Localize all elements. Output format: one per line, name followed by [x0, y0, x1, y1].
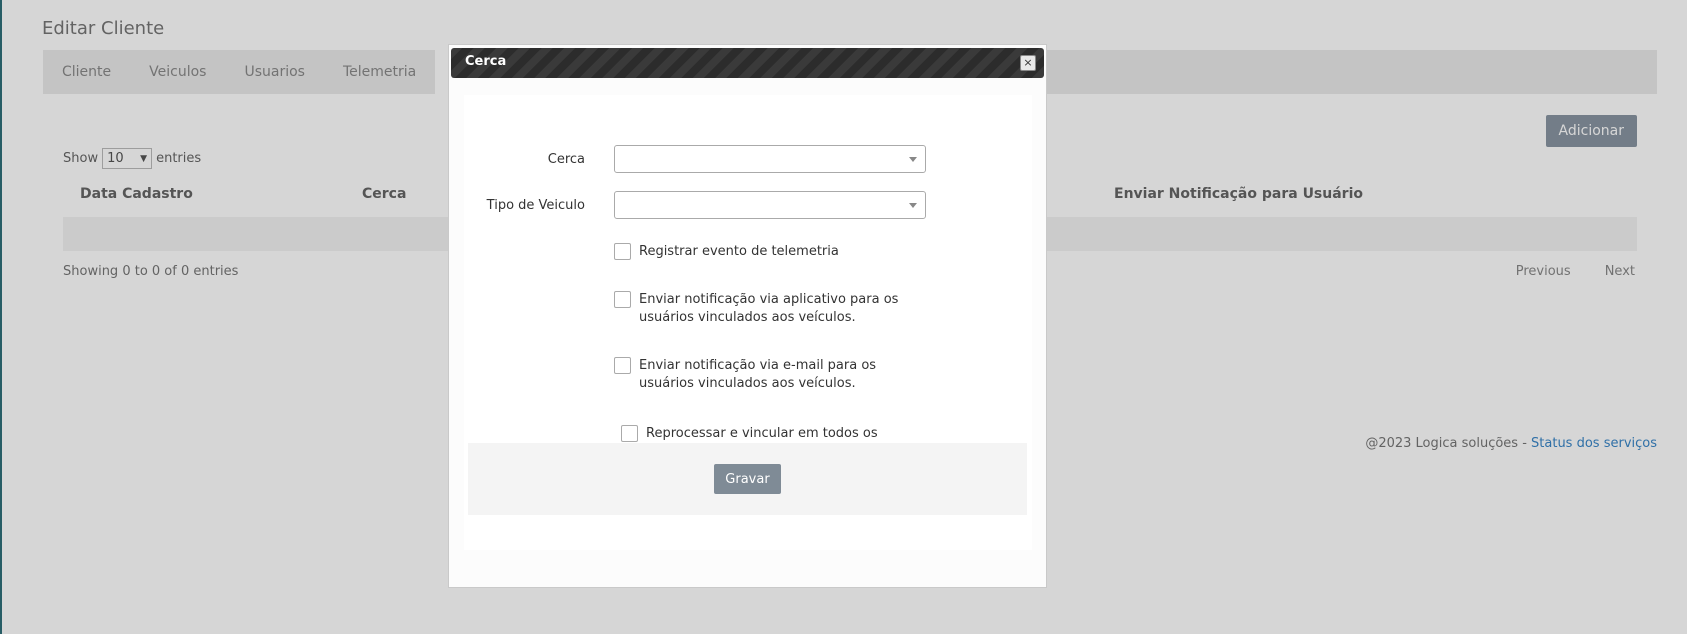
notificacao-email-checkbox[interactable] — [614, 357, 631, 374]
checkbox-label: Registrar evento de telemetria — [639, 244, 839, 259]
dialog-body: Cerca Tipo de Veiculo Registrar evento d… — [464, 95, 1032, 550]
cerca-select[interactable] — [614, 145, 926, 173]
checkbox-label: Enviar notificação via aplicativo para o… — [639, 292, 899, 325]
tipo-veiculo-field-label: Tipo de Veiculo — [486, 198, 585, 213]
checkbox-row-telemetria: Registrar evento de telemetria — [614, 243, 914, 261]
notificacao-aplicativo-checkbox[interactable] — [614, 291, 631, 308]
tipo-veiculo-select[interactable] — [614, 191, 926, 219]
cerca-field-label: Cerca — [547, 152, 585, 167]
chevron-down-icon — [909, 157, 917, 162]
registrar-telemetria-checkbox[interactable] — [614, 243, 631, 260]
checkbox-label: Enviar notificação via e-mail para os us… — [639, 358, 877, 391]
close-icon[interactable]: × — [1020, 55, 1036, 71]
checkbox-row-app: Enviar notificação via aplicativo para o… — [614, 291, 904, 327]
save-button[interactable]: Gravar — [714, 464, 781, 494]
reprocessar-checkbox[interactable] — [621, 425, 638, 442]
chevron-down-icon — [909, 203, 917, 208]
dialog-titlebar[interactable]: Cerca × — [451, 48, 1044, 78]
checkbox-row-email: Enviar notificação via e-mail para os us… — [614, 357, 894, 393]
dialog-footer: Gravar — [468, 443, 1027, 515]
dialog-title: Cerca — [465, 54, 507, 69]
cerca-dialog: Cerca × Cerca Tipo de Veiculo Registrar … — [448, 44, 1047, 588]
